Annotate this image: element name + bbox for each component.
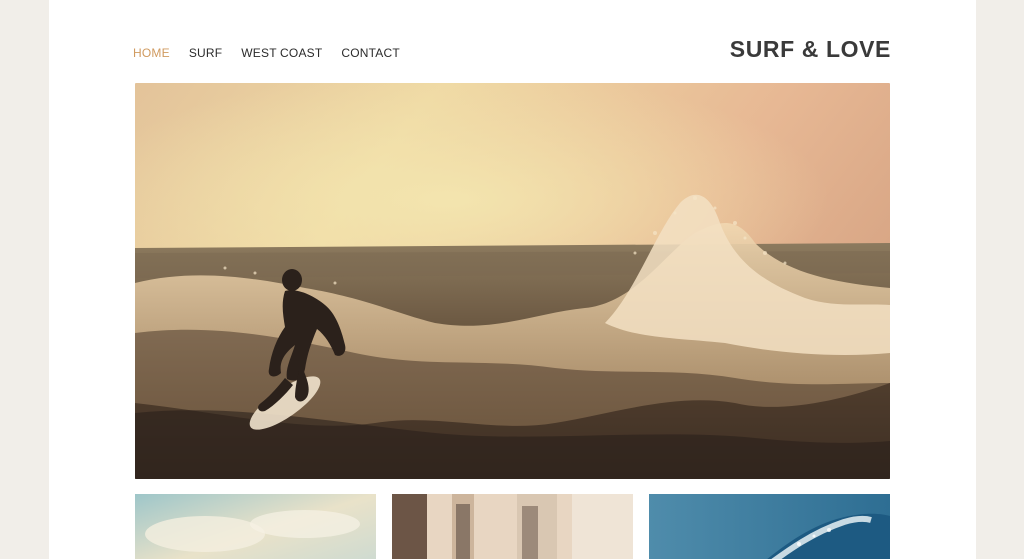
hero-image[interactable] — [135, 83, 890, 479]
main-nav: HOME SURF WEST COAST CONTACT — [133, 46, 419, 60]
thumbnail-building[interactable] — [392, 494, 633, 559]
nav-item-contact[interactable]: CONTACT — [341, 46, 400, 60]
thumbnail-row — [135, 494, 890, 559]
nav-item-home[interactable]: HOME — [133, 46, 170, 60]
thumbnail-blue-wave[interactable] — [649, 494, 890, 559]
nav-item-west-coast[interactable]: WEST COAST — [241, 46, 322, 60]
hero-surfer-illustration — [135, 83, 890, 479]
beach-sky-image — [135, 494, 376, 559]
site-logo[interactable]: SURF & LOVE — [730, 36, 891, 63]
page-container: HOME SURF WEST COAST CONTACT SURF & LOVE — [49, 0, 976, 559]
blue-wave-image — [649, 494, 890, 559]
nav-item-surf[interactable]: SURF — [189, 46, 222, 60]
building-windows-image — [392, 494, 633, 559]
thumbnail-beach-sky[interactable] — [135, 494, 376, 559]
